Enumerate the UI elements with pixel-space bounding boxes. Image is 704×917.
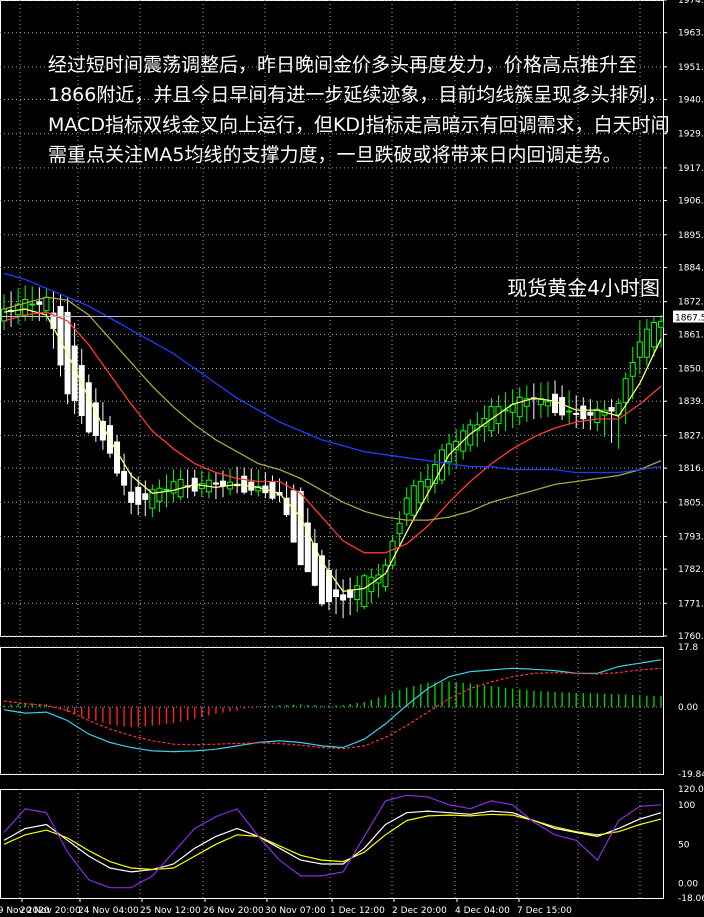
price-axis-label: 1872.5: [678, 298, 704, 308]
candle-body: [389, 540, 396, 566]
panel-frame: [0, 789, 664, 899]
macd-axis-label: 17.8: [678, 643, 698, 653]
candle-body: [135, 486, 142, 505]
price-axis-label: 1929.0: [678, 130, 704, 140]
kdj-axis-label: -18.06: [678, 894, 704, 904]
time-axis-label: 1 Dec 12:00: [330, 906, 385, 916]
kdj-axis-label: 50: [678, 840, 690, 850]
candle-body: [566, 410, 573, 413]
candle-body: [142, 493, 149, 500]
price-axis-label: 1850.0: [678, 365, 704, 375]
candle-body: [269, 481, 276, 499]
candle-body: [22, 299, 29, 316]
price-axis-label: 1963.0: [678, 29, 704, 39]
price-axis-label: 1861.5: [678, 330, 704, 340]
candle-body: [170, 481, 177, 494]
candle-body: [573, 412, 580, 415]
candle-body: [608, 407, 615, 412]
time-axis-label: 26 Nov 20:00: [203, 906, 264, 916]
macd-axis-label: -19.84: [678, 770, 704, 780]
candle-body: [629, 361, 636, 377]
candle-body: [78, 365, 85, 416]
time-axis-label: 20 Nov 20:00: [20, 906, 81, 916]
time-axis-label: 7 Dec 15:00: [517, 906, 572, 916]
candle-body: [333, 589, 340, 598]
candle-body: [658, 320, 664, 328]
candle-body: [410, 485, 417, 516]
price-axis-label: 1771.0: [678, 599, 704, 609]
price-axis-label: 1793.5: [678, 532, 704, 542]
candle-body: [1, 308, 7, 322]
price-axis-label: 1895.0: [678, 231, 704, 241]
candle-body: [587, 411, 594, 416]
candle-body: [354, 585, 361, 601]
candle-body: [417, 481, 424, 504]
candle-body: [121, 470, 128, 486]
current-price-label: 1867.5: [675, 314, 704, 324]
chart-title: 现货黄金4小时图: [507, 276, 660, 300]
price-axis-label: 1940.5: [678, 96, 704, 106]
price-axis-label: 1816.5: [678, 464, 704, 474]
candle-body: [403, 497, 410, 515]
price-axis-label: 1974.0: [678, 0, 704, 6]
candle-body: [396, 522, 403, 535]
candle-body: [43, 296, 50, 312]
candle-body: [212, 482, 219, 485]
candle-body: [85, 382, 92, 433]
time-axis-label: 4 Dec 04:00: [455, 906, 510, 916]
panel-frame: [0, 647, 664, 775]
kdj_j-line: [3, 794, 662, 889]
candle-body: [114, 441, 121, 474]
time-axis-label: 25 Nov 12:00: [140, 906, 201, 916]
candle-body: [382, 564, 389, 588]
candle-body: [163, 488, 170, 491]
candle-body: [36, 301, 43, 305]
kdj_d-line: [3, 813, 662, 871]
price-axis-label: 1906.5: [678, 197, 704, 207]
time-axis-label: 30 Nov 07:00: [265, 906, 326, 916]
candle-body: [340, 594, 347, 601]
candle-body: [559, 397, 566, 416]
candle-body: [580, 405, 587, 420]
candle-body: [650, 321, 657, 348]
candle-body: [622, 378, 629, 403]
kdj-axis-label: 100: [678, 801, 695, 811]
candle-body: [220, 480, 226, 487]
commentary-text: 经过短时间震荡调整后，昨日晚间金价多头再度发力，价格高点推升至1866附近，并且…: [48, 54, 670, 166]
kdj-axis-label: 0.00: [678, 880, 698, 890]
price-axis-label: 1951.5: [678, 63, 704, 73]
candle-body: [29, 303, 36, 306]
macd-axis-label: 0.00: [678, 703, 698, 713]
price-axis-label: 1884.0: [678, 263, 704, 273]
candle-body: [552, 393, 559, 414]
price-axis-label: 1839.0: [678, 397, 704, 407]
kdj-axis-label: 120.04: [678, 785, 704, 795]
candle-body: [297, 490, 304, 566]
candle-body: [516, 396, 523, 418]
price-axis-label: 1805.0: [678, 498, 704, 508]
time-axis-label: 2 Dec 20:00: [392, 906, 447, 916]
price-axis-label: 1760.0: [678, 632, 704, 642]
candle-body: [156, 487, 163, 502]
price-axis-label: 1917.5: [678, 164, 704, 174]
candle-body: [636, 341, 643, 358]
candle-body: [128, 491, 135, 503]
kdj_k-line: [3, 810, 662, 873]
candle-body: [643, 328, 650, 358]
candle-body: [544, 401, 551, 407]
ma_fast-line: [3, 308, 662, 593]
candle-body: [304, 522, 311, 573]
candle-body: [290, 490, 297, 543]
price-axis-label: 1782.5: [678, 565, 704, 575]
price-axis-label: 1827.5: [678, 431, 704, 441]
candle-body: [424, 478, 431, 488]
candle-body: [361, 575, 368, 608]
time-axis-label: 24 Nov 04:00: [78, 906, 139, 916]
candle-body: [57, 305, 64, 366]
